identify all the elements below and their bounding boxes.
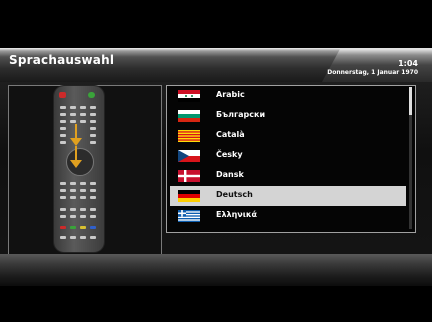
language-label: Česky bbox=[216, 150, 243, 159]
language-label: Català bbox=[216, 130, 245, 139]
list-item-danish[interactable]: Dansk bbox=[170, 166, 406, 186]
language-label: Ελληνικά bbox=[216, 210, 258, 219]
catalonia-flag-icon bbox=[178, 130, 200, 142]
bottom-bar bbox=[0, 254, 432, 286]
language-label: Arabic bbox=[216, 90, 245, 99]
list-item-czech[interactable]: Česky bbox=[170, 146, 406, 166]
germany-flag-icon bbox=[178, 190, 200, 202]
down-arrow-icon bbox=[70, 124, 82, 168]
language-label: Deutsch bbox=[216, 190, 253, 199]
green-button-icon bbox=[88, 92, 95, 98]
czech-flag-icon bbox=[178, 150, 200, 162]
list-item-german[interactable]: Deutsch bbox=[170, 186, 406, 206]
syria-flag-icon bbox=[178, 90, 200, 102]
language-label: Български bbox=[216, 110, 266, 119]
language-label: Dansk bbox=[216, 170, 244, 179]
power-button-icon bbox=[59, 92, 66, 98]
page-title: Sprachauswahl bbox=[9, 53, 115, 67]
denmark-flag-icon bbox=[178, 170, 200, 182]
scrollbar-thumb[interactable] bbox=[409, 87, 412, 115]
list-item-arabic[interactable]: Arabic bbox=[170, 86, 406, 106]
list-item-greek[interactable]: Ελληνικά bbox=[170, 206, 406, 226]
language-list: Arabic Български Català Česky Dansk Deut… bbox=[170, 86, 406, 231]
bulgaria-flag-icon bbox=[178, 110, 200, 122]
clock-date: Donnerstag, 1 Januar 1970 bbox=[327, 69, 418, 76]
bottom-black-band bbox=[0, 286, 432, 322]
list-item-bulgarian[interactable]: Български bbox=[170, 106, 406, 126]
greece-flag-icon bbox=[178, 210, 200, 222]
list-item-catalan[interactable]: Català bbox=[170, 126, 406, 146]
top-black-band bbox=[0, 0, 432, 48]
clock-time: 1:04 bbox=[398, 59, 418, 68]
